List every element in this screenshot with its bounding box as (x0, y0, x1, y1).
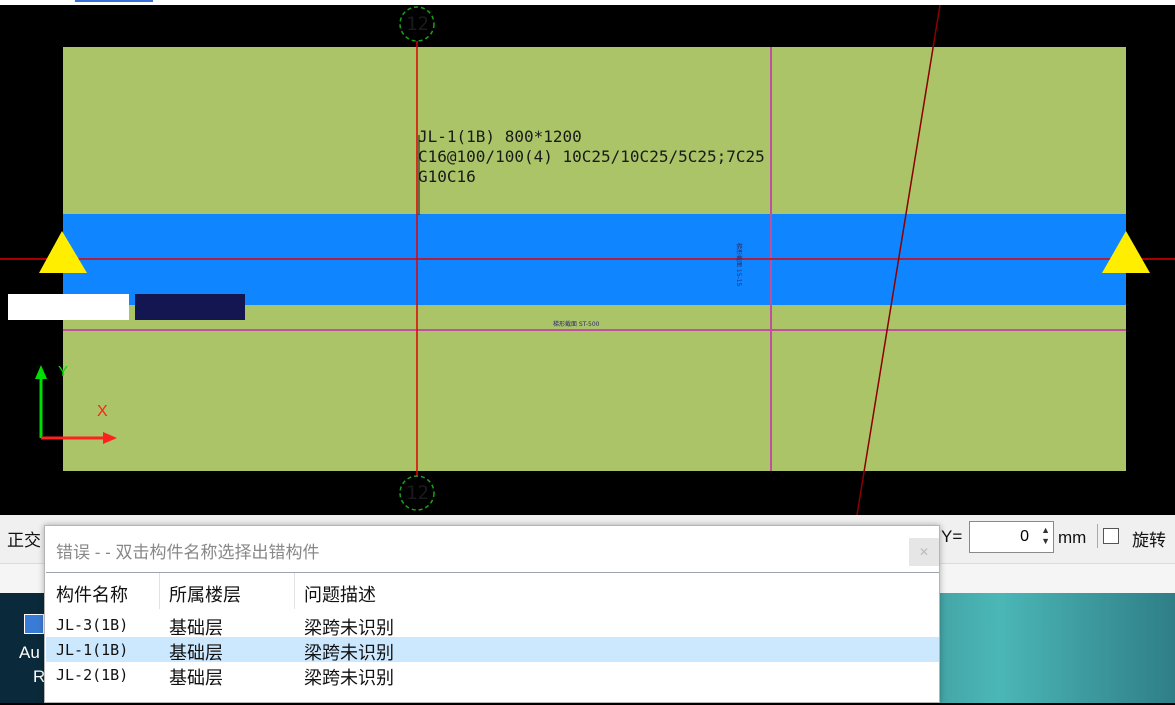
section-mark-horizontal: 梯形截面 ST-500 (553, 321, 600, 328)
rotate-checkbox[interactable] (1103, 528, 1119, 544)
cell-issue: 梁跨未识别 (304, 668, 394, 688)
column-divider (159, 573, 160, 609)
support-right-icon (1102, 231, 1150, 273)
beam-label-line3: G10C16 (418, 167, 476, 186)
beam-label-line1: JL-1(1B) 800*1200 (418, 127, 582, 146)
text-input-overlay[interactable] (8, 294, 129, 320)
column-header-name[interactable]: 构件名称 (56, 581, 128, 607)
rotate-label: 旋转 (1132, 531, 1166, 550)
spinner-icon[interactable]: ▲ ▼ (1041, 525, 1050, 547)
ucs-x-arrow-icon (103, 432, 117, 444)
dialog-title: 错误 - - 双击构件名称选择出错构件 (56, 543, 320, 562)
desktop-icon-label-1[interactable]: Au (19, 643, 40, 663)
drawing-overlay (0, 5, 1175, 515)
axis-label-bottom: 12 (406, 482, 429, 504)
drawing-canvas[interactable]: 12 12 JL-1(1B) 800*1200 C16@100/100(4) 1… (0, 5, 1175, 515)
table-row-selected[interactable]: JL-1(1B) 基础层 梁跨未识别 (46, 637, 939, 663)
beam-label-line2: C16@100/100(4) 10C25/10C25/5C25;7C25 (418, 147, 765, 166)
error-dialog: 错误 - - 双击构件名称选择出错构件 ✕ 构件名称 所属楼层 问题描述 JL-… (44, 525, 940, 703)
support-left-icon (39, 231, 87, 273)
cell-name: JL-1(1B) (56, 641, 129, 659)
cell-floor: 基础层 (169, 668, 223, 688)
column-divider (294, 573, 295, 609)
cell-name: JL-3(1B) (56, 616, 129, 634)
column-header-issue[interactable]: 问题描述 (304, 581, 376, 607)
axis-label-top: 12 (406, 13, 429, 35)
y-coordinate-label: Y= (941, 527, 963, 546)
cell-name: JL-2(1B) (56, 666, 129, 684)
close-icon[interactable]: ✕ (909, 538, 939, 566)
ortho-toggle[interactable]: 正交 (7, 526, 41, 551)
ucs-y-arrow-icon (35, 365, 47, 379)
error-table: 构件名称 所属楼层 问题描述 JL-3(1B) 基础层 梁跨未识别 JL-1(1… (46, 572, 939, 705)
color-swatch-overlay[interactable] (135, 294, 245, 320)
table-row[interactable]: JL-2(1B) 基础层 梁跨未识别 (46, 662, 939, 688)
diagonal-reference-line (856, 5, 941, 515)
y-coordinate-value: 0 (1020, 528, 1029, 545)
ucs-x-label: X (97, 403, 108, 420)
column-header-floor[interactable]: 所属楼层 (169, 581, 241, 607)
table-row[interactable]: JL-3(1B) 基础层 梁跨未识别 (46, 612, 939, 638)
y-coordinate-input[interactable]: 0 ▲ ▼ (969, 521, 1054, 553)
unit-label: mm (1058, 528, 1087, 547)
divider (1097, 524, 1098, 548)
active-tab-indicator (75, 0, 153, 2)
section-mark-vertical: 梯形截面 15-15 (735, 243, 742, 287)
shortcut-icon[interactable] (24, 614, 44, 634)
ucs-y-label: Y (58, 363, 69, 380)
